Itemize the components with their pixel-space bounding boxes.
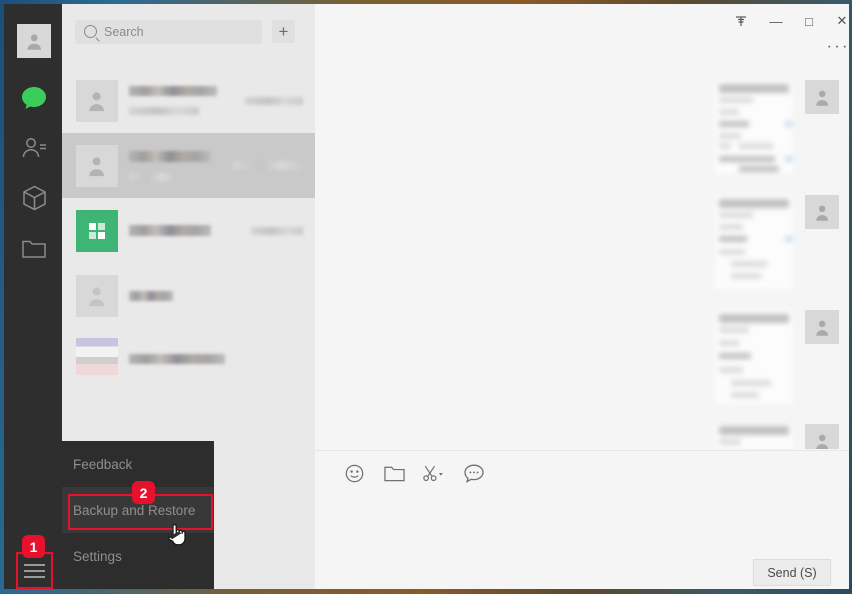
scissors-icon [423,465,443,481]
contacts-icon [22,138,46,158]
chat-history-button[interactable] [461,460,487,486]
close-button[interactable]: ✕ [826,7,849,35]
annotation-badge-1: 1 [22,535,45,558]
message-row [715,310,849,404]
chat-item-name [129,86,217,96]
chat-list-item[interactable] [62,263,315,328]
person-icon [816,434,828,449]
chat-item-preview [129,107,199,115]
pin-icon [736,16,746,26]
wechat-window: 1 Search + — □ ✕ ··· Send (S) Feedback B… [4,4,849,589]
message-avatar[interactable] [805,424,839,449]
message-input-area[interactable]: Send (S) [315,494,849,589]
add-chat-button[interactable]: + [272,20,295,43]
chat-avatar-filehelper [76,209,118,252]
send-button[interactable]: Send (S) [753,559,831,586]
message-bubble[interactable] [715,195,793,289]
search-placeholder: Search [104,24,144,39]
chat-list-item[interactable] [62,68,315,133]
menu-item-settings[interactable]: Settings [62,533,214,579]
pin-window-button[interactable] [725,7,757,35]
folder-icon [22,240,46,258]
chat-pane: — □ ✕ ··· Send (S) [315,4,849,589]
chat-history-icon [464,464,484,483]
sidebar-item-files[interactable] [17,231,51,265]
more-options-button[interactable]: ··· [820,36,849,56]
chat-item-text [129,150,233,181]
chat-item-time [245,96,303,105]
chat-item-name [129,225,211,236]
person-icon [89,157,105,176]
hamburger-bars [24,560,45,582]
person-icon [27,34,41,50]
message-avatar[interactable] [805,195,839,229]
person-icon [89,287,105,306]
message-bubble[interactable] [715,424,793,449]
person-icon [816,90,828,106]
chat-item-text [129,86,245,115]
message-bubble[interactable] [715,80,793,174]
emoji-button[interactable] [341,460,367,486]
message-avatar[interactable] [805,80,839,114]
person-icon [89,92,105,111]
chat-item-text [129,290,315,301]
chat-list-item[interactable] [62,198,315,263]
sidebar-item-mini-programs[interactable] [17,181,51,215]
chat-item-preview [129,172,175,181]
sidebar-item-chats[interactable] [17,81,51,115]
minimize-button[interactable]: — [760,7,792,35]
chat-list-item-selected[interactable] [62,133,315,198]
person-icon [816,205,828,221]
send-file-button[interactable] [381,460,407,486]
message-list[interactable] [315,66,849,449]
search-icon [84,25,97,38]
cube-icon [22,185,46,211]
chat-avatar [76,79,118,122]
maximize-button[interactable]: □ [793,7,825,35]
file-transfer-icon [89,222,105,239]
message-row [715,80,849,174]
message-row [715,195,849,289]
avatar[interactable] [17,24,51,58]
chat-list-item[interactable] [62,326,315,391]
message-avatar[interactable] [805,310,839,344]
chat-item-name [129,353,225,364]
chat-item-text [129,353,315,364]
chat-avatar-image [76,337,118,380]
main-menu-popup: Feedback Backup and Restore Settings 2 [62,441,214,589]
emoji-smiley-icon [345,464,363,482]
message-bubble[interactable] [715,310,793,404]
annotation-badge-2: 2 [132,481,155,504]
message-row [715,424,849,449]
sidebar-item-contacts[interactable] [17,131,51,165]
folder-icon [383,466,405,482]
chat-item-time [233,161,303,170]
screenshot-button[interactable] [421,460,447,486]
person-icon [816,320,828,336]
left-nav-rail [4,4,62,589]
chat-item-name [129,150,211,162]
search-input[interactable]: Search [75,19,262,44]
chat-bubble-icon [22,87,46,109]
chat-avatar [76,144,118,187]
chat-item-time [251,226,303,235]
chat-item-name [129,290,173,301]
search-row: Search + [62,4,315,59]
chat-item-text [129,225,251,236]
composer-toolbar [315,450,849,495]
chat-avatar [76,274,118,317]
window-titlebar: — □ ✕ ··· [315,4,849,67]
